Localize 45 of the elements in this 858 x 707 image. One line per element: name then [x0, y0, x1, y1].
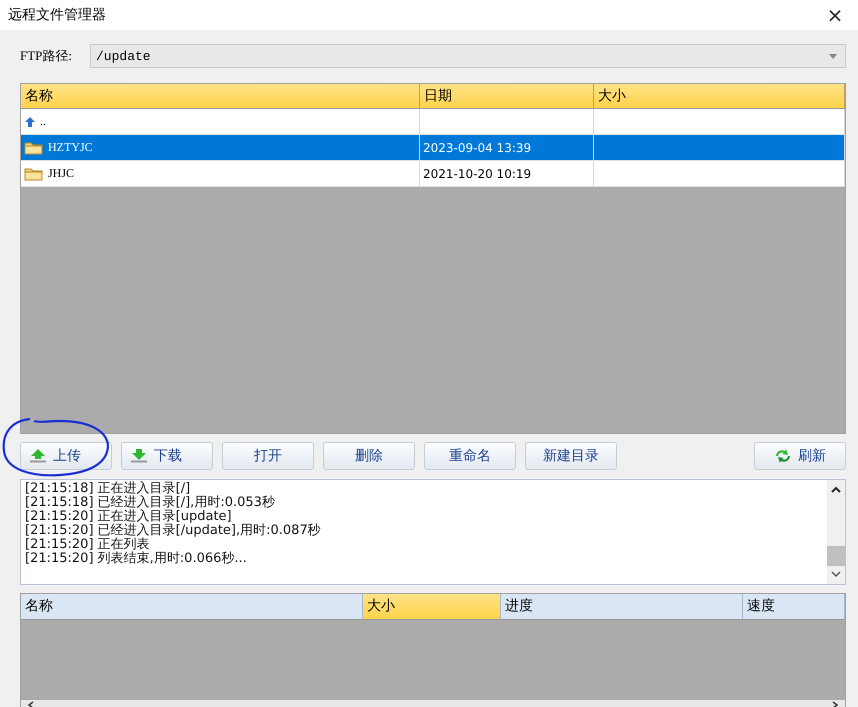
file-date: 2021-10-20 10:19: [423, 166, 532, 180]
file-row[interactable]: ..: [21, 109, 845, 135]
path-dropdown[interactable]: /update: [90, 44, 846, 68]
scroll-right-icon[interactable]: [831, 701, 839, 707]
log-line: [21:15:20] 正在列表: [25, 538, 151, 552]
file-name: ..: [40, 114, 46, 129]
log-line: [21:15:20] 已经进入目录[/update],用时:0.087秒: [25, 524, 322, 538]
scroll-thumb[interactable]: [827, 546, 845, 566]
folder-icon: [24, 140, 44, 154]
column-header[interactable]: 名称: [21, 84, 420, 108]
horizontal-scrollbar[interactable]: [21, 700, 845, 707]
log-line: [21:15:18] 已经进入目录[/],用时:0.053秒: [25, 496, 276, 510]
file-row[interactable]: HZTYJC 2023-09-04 13:39: [21, 135, 845, 161]
download-icon: [130, 449, 148, 463]
toolbar-button[interactable]: 删除: [323, 442, 415, 470]
column-header[interactable]: 大小: [594, 84, 845, 108]
window-title: 远程文件管理器: [7, 6, 106, 24]
file-date: 2023-09-04 13:39: [423, 140, 532, 154]
column-header[interactable]: 进度: [501, 594, 743, 619]
toolbar-button[interactable]: 新建目录: [525, 442, 617, 470]
log-line: [21:15:20] 正在进入目录[update]: [25, 510, 233, 524]
column-header[interactable]: 日期: [420, 84, 594, 108]
toolbar-button[interactable]: 上传: [20, 442, 112, 470]
path-label: FTP路径:: [20, 47, 74, 65]
folder-icon: [24, 166, 44, 180]
toolbar-button[interactable]: 重命名: [424, 442, 516, 470]
scroll-down-icon[interactable]: [831, 570, 841, 578]
scroll-left-icon[interactable]: [27, 701, 35, 707]
vertical-scrollbar[interactable]: [827, 480, 845, 584]
refresh-icon: [774, 449, 792, 463]
column-header[interactable]: 速度: [743, 594, 845, 619]
close-button[interactable]: ×: [812, 0, 858, 30]
column-header[interactable]: 大小: [363, 594, 501, 619]
file-name: HZTYJC: [48, 140, 93, 155]
file-row[interactable]: JHJC 2021-10-20 10:19: [21, 161, 845, 187]
toolbar-button[interactable]: 刷新: [754, 442, 846, 470]
file-name: JHJC: [48, 166, 74, 181]
scroll-up-icon[interactable]: [831, 486, 841, 494]
log-line: [21:15:18] 正在进入目录[/]: [25, 482, 192, 496]
log-line: [21:15:20] 列表结束,用时:0.066秒...: [25, 552, 248, 566]
upload-icon: [29, 449, 47, 463]
toolbar-button[interactable]: 打开: [222, 442, 314, 470]
dropdown-arrow-icon: [829, 54, 837, 58]
toolbar-button[interactable]: 下载: [121, 442, 213, 470]
up-arrow-icon: [24, 116, 36, 128]
